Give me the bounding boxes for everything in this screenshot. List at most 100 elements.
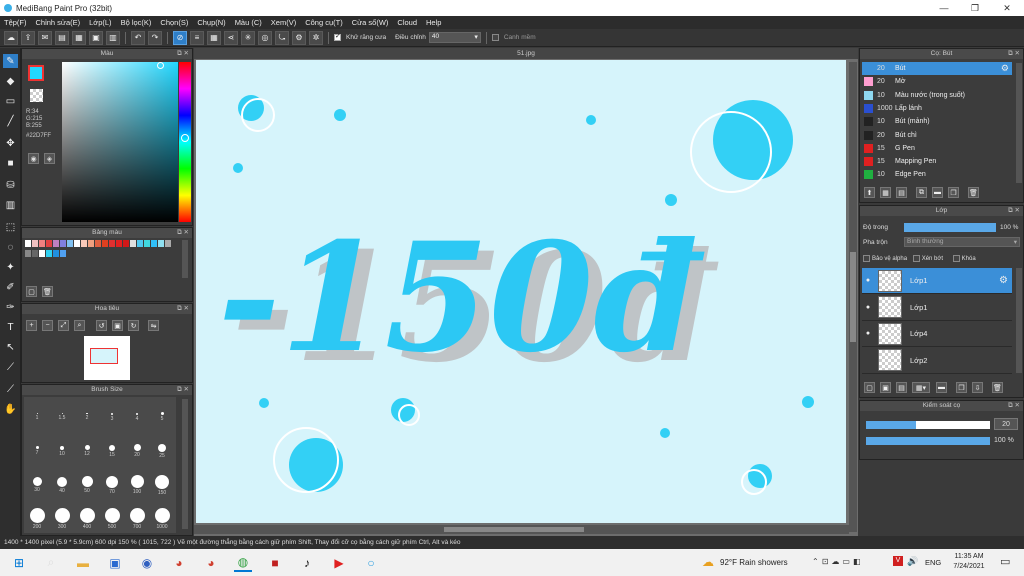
- store-icon[interactable]: ▣: [106, 554, 124, 572]
- palette-swatch[interactable]: [137, 240, 143, 247]
- close-button[interactable]: ✕: [992, 0, 1022, 16]
- brush-size-cell[interactable]: 1.5: [52, 403, 72, 431]
- shopee-icon[interactable]: ■: [266, 554, 284, 572]
- brush-duplicate-icon[interactable]: ❐: [948, 187, 959, 198]
- panel-close-icon[interactable]: ⧉ ✕: [177, 385, 189, 395]
- hue-slider-handle[interactable]: [181, 134, 189, 142]
- redo-icon[interactable]: ↷: [148, 30, 162, 45]
- search-icon[interactable]: ⌕: [42, 554, 60, 572]
- divide-tool-icon[interactable]: ⟋: [3, 360, 18, 374]
- chrome-icon[interactable]: ◕: [170, 554, 188, 572]
- document-tab[interactable]: 51.jpg: [194, 48, 858, 59]
- zoom-in-icon[interactable]: +: [26, 320, 37, 331]
- brush-list-scrollbar[interactable]: [1016, 63, 1022, 183]
- brush-size-cell[interactable]: 700: [127, 505, 147, 533]
- brush-item[interactable]: 1000 Lấp lánh: [862, 102, 1012, 115]
- brush-item[interactable]: 15 Mapping Pen: [862, 155, 1012, 168]
- duplicate-layer-icon[interactable]: ❐: [956, 382, 967, 393]
- layer-row[interactable]: ● Lớp1 ⚙: [862, 268, 1012, 294]
- vpn-icon[interactable]: V: [893, 556, 903, 566]
- panel-close-icon[interactable]: ⧉ ✕: [1008, 206, 1020, 216]
- menu-filter[interactable]: Bộ lọc(K): [121, 18, 152, 27]
- chrome-profile-icon[interactable]: ◕: [202, 554, 220, 572]
- menu-select[interactable]: Chọn(S): [160, 18, 188, 27]
- settings-icon[interactable]: ✲: [309, 30, 323, 45]
- palette-swatch[interactable]: [67, 240, 73, 247]
- brush-item[interactable]: 20 Mờ: [862, 75, 1012, 88]
- medibang-icon[interactable]: ◍: [234, 554, 252, 572]
- select-pen-tool-icon[interactable]: ✐: [3, 280, 18, 294]
- notification-icon[interactable]: ▭: [1000, 555, 1010, 568]
- panel-close-icon[interactable]: ⧉ ✕: [177, 49, 189, 59]
- system-tray-icons[interactable]: ⌃⊡☁▭◧: [812, 557, 864, 566]
- new-palette-icon[interactable]: ▢: [26, 286, 37, 297]
- palette-swatch[interactable]: [32, 240, 38, 247]
- visibility-eye-icon[interactable]: ●: [862, 277, 874, 284]
- brush-size-cell[interactable]: 10: [52, 437, 72, 465]
- palette-swatch[interactable]: [74, 240, 80, 247]
- new-layer-halftone-icon[interactable]: ▤: [896, 382, 907, 393]
- minimize-button[interactable]: —: [929, 0, 959, 16]
- palette-swatch[interactable]: [88, 240, 94, 247]
- cortana-icon[interactable]: ○: [362, 554, 380, 572]
- palette-swatch[interactable]: [53, 240, 59, 247]
- rotate-right-icon[interactable]: ↻: [128, 320, 139, 331]
- weather-text[interactable]: 92°F Rain showers: [720, 558, 788, 567]
- menu-file[interactable]: Tệp(F): [4, 18, 27, 27]
- brush-size-cell[interactable]: 3: [102, 403, 122, 431]
- brush-size-cell[interactable]: 1: [27, 403, 47, 431]
- tiktok-icon[interactable]: ♪: [298, 554, 316, 572]
- hand-tool-icon[interactable]: ✋: [3, 402, 18, 416]
- language-indicator[interactable]: ENG: [925, 558, 941, 567]
- eyedrop-icon[interactable]: ◈: [44, 153, 55, 164]
- palette-swatch[interactable]: [25, 249, 31, 257]
- share-icon[interactable]: ⇪: [21, 30, 35, 45]
- layer-row[interactable]: ● Lớp1: [862, 295, 1012, 321]
- brush-item[interactable]: 10 Edge Pen: [862, 168, 1012, 181]
- youtube-icon[interactable]: ▶: [330, 554, 348, 572]
- panel-close-icon[interactable]: ⧉ ✕: [1008, 49, 1020, 59]
- circle-snap-icon[interactable]: ◎: [258, 30, 272, 45]
- brush-item[interactable]: 10 Màu nước (trong suốt): [862, 89, 1012, 102]
- visibility-eye-icon[interactable]: ●: [862, 330, 874, 337]
- clipping-checkbox[interactable]: [912, 255, 920, 262]
- add-brush-icon[interactable]: ⬆: [864, 187, 875, 198]
- palette-swatch[interactable]: [116, 240, 122, 247]
- palette-swatch[interactable]: [158, 240, 164, 247]
- file-explorer-icon[interactable]: ▬: [74, 554, 92, 572]
- brush-size-cell[interactable]: 2: [77, 403, 97, 431]
- brush-size-cell[interactable]: 150: [152, 471, 172, 499]
- brush-size-cell[interactable]: 400: [77, 505, 97, 533]
- protect-alpha-checkbox[interactable]: [863, 255, 870, 262]
- smooth-checkbox[interactable]: [491, 34, 499, 41]
- gear-icon[interactable]: ⚙: [1001, 63, 1009, 74]
- brush-item[interactable]: 10 Bút (mảnh): [862, 115, 1012, 128]
- select-tool-icon[interactable]: ⬚: [3, 220, 18, 234]
- undo-icon[interactable]: ↶: [131, 30, 145, 45]
- gradient-tool-icon[interactable]: ▥: [3, 198, 18, 212]
- curve-snap-icon[interactable]: ⤿: [275, 30, 289, 45]
- palette-swatch[interactable]: [60, 240, 66, 247]
- select-eraser-tool-icon[interactable]: ✑: [3, 300, 18, 314]
- text-tool-icon[interactable]: T: [3, 320, 18, 334]
- blend-mode-select[interactable]: Bình thường ▾: [904, 237, 1020, 247]
- palette-icon[interactable]: ◉: [28, 153, 39, 164]
- zoom-out-icon[interactable]: −: [42, 320, 53, 331]
- eraser-tool-icon[interactable]: ◆: [3, 74, 18, 88]
- canvas-horizontal-scrollbar[interactable]: [194, 525, 849, 534]
- operation-tool-icon[interactable]: ↖: [3, 340, 18, 354]
- brush-size-cell[interactable]: 30: [27, 471, 47, 499]
- navigator-thumbnail[interactable]: [84, 336, 130, 380]
- palette-swatch[interactable]: [95, 240, 101, 247]
- drawing-canvas[interactable]: -150đ -150đ: [196, 60, 846, 523]
- brush-size-cell[interactable]: 200: [27, 505, 47, 533]
- delete-palette-icon[interactable]: 🗑: [42, 286, 53, 297]
- brush-size-scrollbar[interactable]: [182, 399, 188, 529]
- perspective-snap-icon[interactable]: ⋖: [224, 30, 238, 45]
- antialias-checkbox[interactable]: [334, 32, 341, 41]
- magic-wand-tool-icon[interactable]: ✦: [3, 260, 18, 274]
- brush-size-cell[interactable]: 70: [102, 471, 122, 499]
- panel-close-icon[interactable]: ⧉ ✕: [177, 228, 189, 238]
- canvas-vertical-scrollbar[interactable]: [849, 62, 857, 532]
- hue-slider[interactable]: [179, 62, 191, 222]
